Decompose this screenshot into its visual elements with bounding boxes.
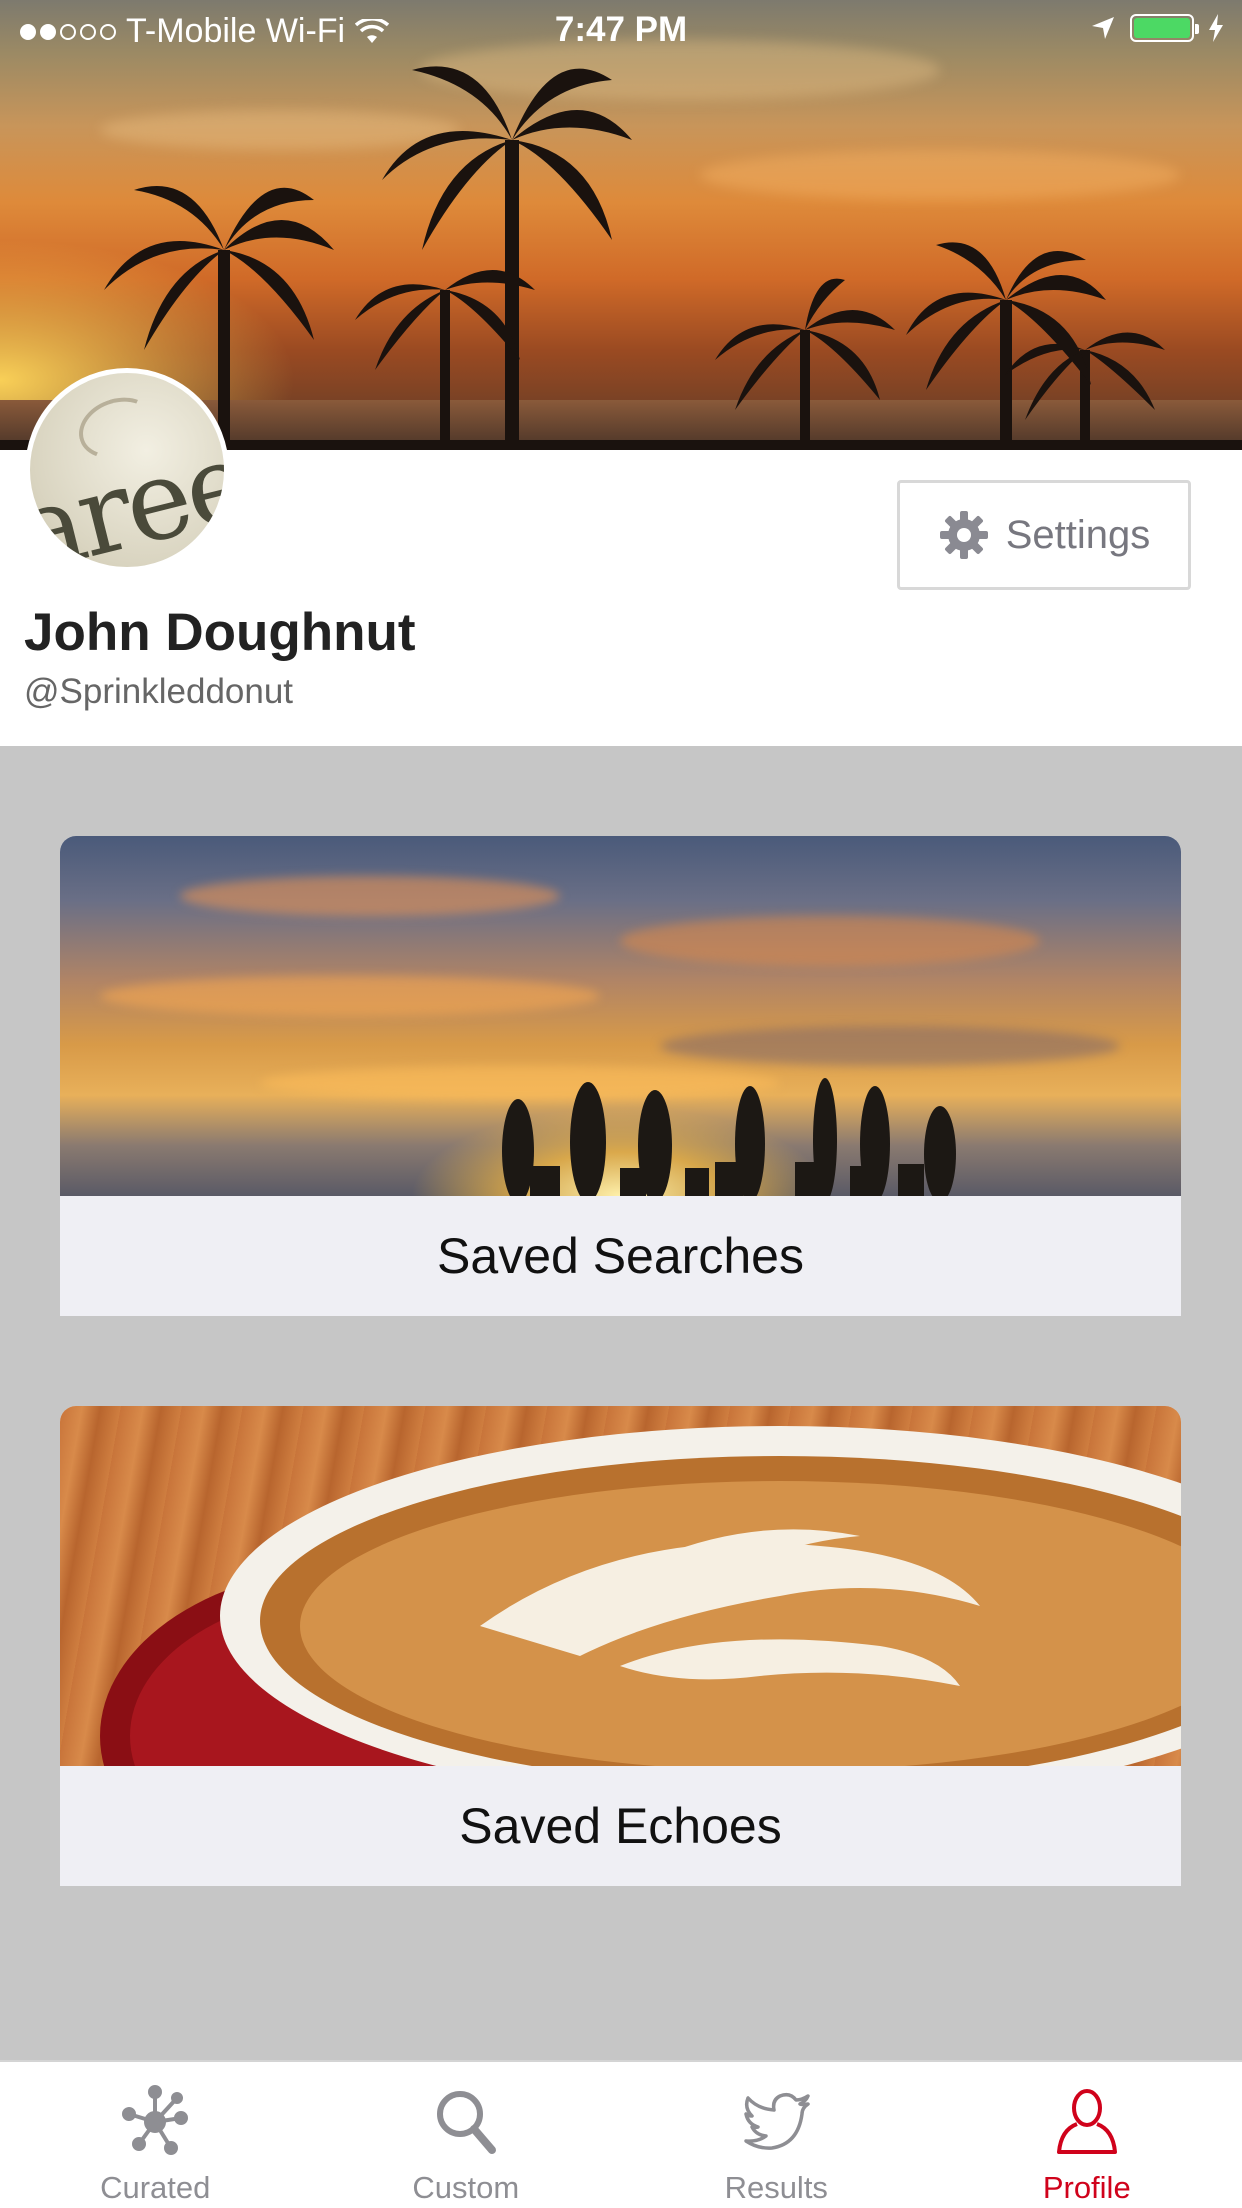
avatar[interactable]: aree [25,368,229,572]
saved-echoes-label: Saved Echoes [60,1766,1181,1886]
tab-custom[interactable]: Custom [311,2062,622,2208]
cover-photo [0,0,1242,450]
tab-curated-label: Curated [100,2170,211,2205]
settings-label: Settings [1005,512,1151,557]
person-icon [1056,2089,1117,2154]
bird-icon [744,2092,810,2150]
battery-icon [1130,14,1199,42]
tab-bar: Curated Custom Results Profile [0,2060,1242,2208]
saved-echoes-image [60,1406,1181,1766]
clock: 7:47 PM [554,10,688,49]
tab-results-label: Results [724,2170,828,2205]
status-bar: T-Mobile Wi-Fi 7:47 PM [0,0,1242,60]
tab-profile-label: Profile [1042,2170,1131,2205]
charging-bolt-icon [1209,14,1223,42]
saved-searches-card[interactable]: Saved Searches [60,836,1181,1316]
tab-curated[interactable]: Curated [0,2062,311,2208]
search-icon [436,2091,496,2154]
tab-results[interactable]: Results [621,2062,932,2208]
location-arrow-icon [1092,17,1114,39]
saved-searches-image [60,836,1181,1196]
tab-custom-label: Custom [412,2170,520,2205]
saved-echoes-card[interactable]: Saved Echoes [60,1406,1181,1886]
profile-handle: @Sprinkleddonut [24,672,294,711]
settings-button[interactable]: Settings [897,480,1191,590]
tab-profile[interactable]: Profile [932,2062,1242,2208]
saved-searches-label: Saved Searches [60,1196,1181,1316]
network-nodes-icon [122,2085,189,2155]
gear-icon [939,511,988,559]
profile-name: John Doughnut [24,603,416,662]
